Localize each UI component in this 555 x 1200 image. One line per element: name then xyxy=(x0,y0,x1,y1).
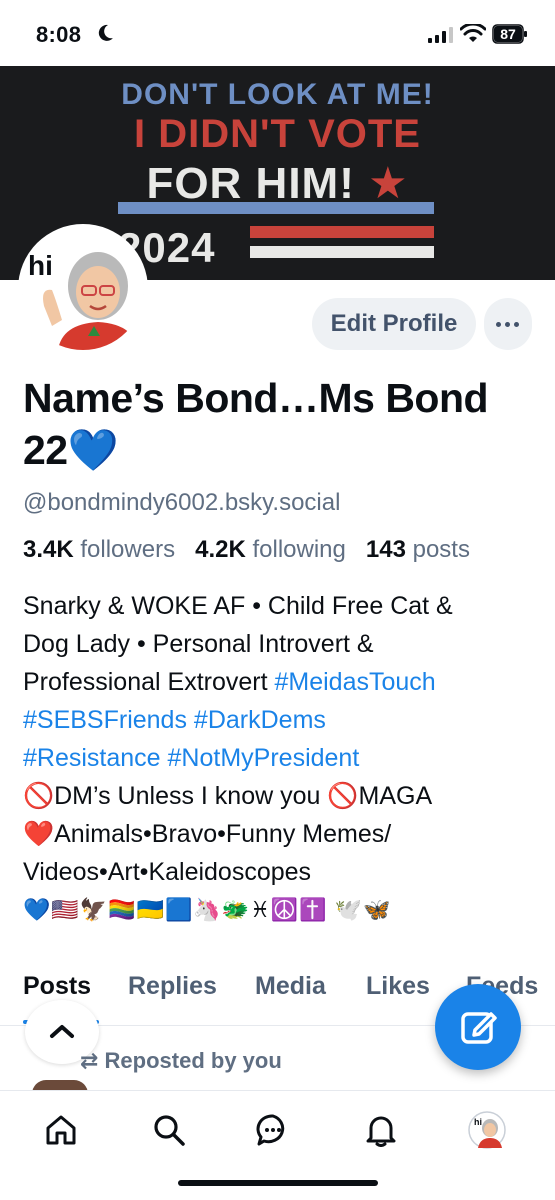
tab-media[interactable]: Media xyxy=(255,972,326,1001)
home-icon[interactable] xyxy=(44,1113,78,1147)
repost-icon: ⇄ xyxy=(80,1048,105,1073)
profile-avatar[interactable] xyxy=(18,224,148,354)
tab-likes[interactable]: Likes xyxy=(366,972,430,1001)
banner-line-2: I DIDN'T VOTE xyxy=(134,112,421,156)
avatar-hi-text: hi xyxy=(28,250,53,281)
search-icon[interactable] xyxy=(152,1113,186,1147)
bio-line: Dog Lady • Personal Introvert & xyxy=(23,630,374,658)
status-bar: 8:08 87 xyxy=(0,0,555,66)
moon-icon xyxy=(98,24,113,41)
wifi-icon xyxy=(460,24,486,42)
hashtag-link[interactable]: #DarkDems xyxy=(194,706,326,734)
repost-indicator: ⇄ Reposted by you xyxy=(80,1048,282,1073)
compose-icon xyxy=(461,1012,497,1044)
bio-line: Snarky & WOKE AF • Child Free Cat & xyxy=(23,592,453,620)
display-name: Name’s Bond…Ms Bond 22💙 xyxy=(23,375,489,473)
bio-line: Videos•Art•Kaleidoscopes xyxy=(23,858,312,886)
profile-handle: @bondmindy6002.bsky.social xyxy=(23,489,341,516)
home-indicator xyxy=(178,1180,378,1186)
hashtag-link[interactable]: #NotMyPresident xyxy=(168,744,360,772)
banner-line-1: DON'T LOOK AT ME! xyxy=(121,78,434,111)
dot xyxy=(514,322,519,327)
avatar-image xyxy=(22,228,144,350)
bio-emoji-row: 💙🇺🇸🦅🏳️‍🌈🇺🇦🟦🦄🐲♓☮️✝️ 🕊️🦋 xyxy=(23,897,392,922)
tab-posts[interactable]: Posts xyxy=(23,972,91,1001)
hashtag-link[interactable]: #Resistance xyxy=(23,744,161,772)
status-time: 8:08 xyxy=(36,22,82,47)
profile-nav-avatar[interactable]: hi xyxy=(468,1111,506,1149)
profile-stats: 3.4K followers 4.2K following 143 posts xyxy=(23,536,470,564)
avatar-illustration xyxy=(22,228,144,350)
bio-line: ❤️Animals•Bravo•Funny Memes/ xyxy=(23,820,392,848)
hashtag-link[interactable]: #MeidasTouch xyxy=(275,668,436,696)
bio-line: Professional Extrovert #MeidasTouch xyxy=(23,668,436,696)
edit-profile-button[interactable]: Edit Profile xyxy=(312,298,476,350)
bio-line: #Resistance #NotMyPresident xyxy=(23,739,543,777)
dot xyxy=(505,322,510,327)
banner-stripe-red xyxy=(250,226,434,238)
posts-count: 143 posts xyxy=(365,536,470,563)
profile-bio: Snarky & WOKE AF • Child Free Cat & Dog … xyxy=(23,587,543,891)
chat-icon[interactable] xyxy=(256,1113,290,1147)
bell-icon[interactable] xyxy=(364,1113,398,1147)
tab-replies[interactable]: Replies xyxy=(128,972,217,1001)
following-link[interactable]: 4.2K following xyxy=(195,536,346,563)
hashtag-link[interactable]: #SEBSFriends xyxy=(23,706,187,734)
star-icon: ★ xyxy=(354,159,409,208)
banner-stripe-white xyxy=(250,246,434,258)
signal-icon xyxy=(428,27,453,43)
compose-button[interactable] xyxy=(435,984,521,1070)
dot xyxy=(496,322,501,327)
battery-level: 87 xyxy=(494,26,522,42)
followers-link[interactable]: 3.4K followers xyxy=(23,536,175,563)
more-options-button[interactable] xyxy=(484,298,532,350)
bio-line: 🚫DM’s Unless I know you 🚫MAGA xyxy=(23,782,433,810)
svg-text:hi: hi xyxy=(474,1117,482,1127)
bio-line: #SEBSFriends #DarkDems xyxy=(23,701,543,739)
banner-stripe-blue xyxy=(118,202,434,214)
